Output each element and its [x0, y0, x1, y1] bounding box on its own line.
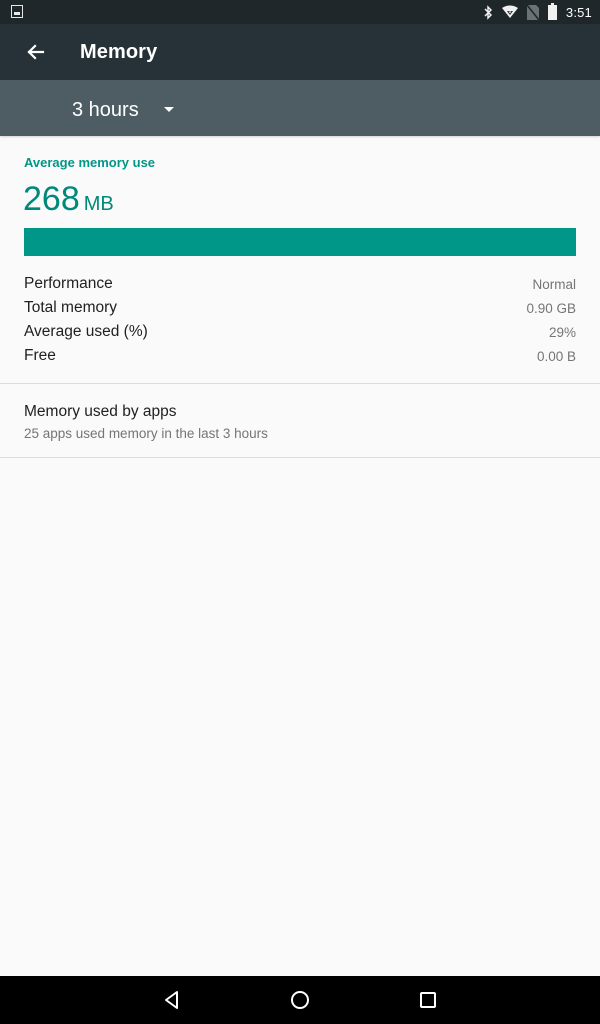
- image-notification-icon: [11, 5, 23, 18]
- recents-square-icon[interactable]: [414, 986, 442, 1014]
- no-sim-signal-icon: [526, 4, 539, 20]
- apps-item-subtitle: 25 apps used memory in the last 3 hours: [24, 426, 268, 441]
- average-memory-unit: MB: [83, 193, 114, 215]
- page-title: Memory: [80, 41, 158, 63]
- bluetooth-icon: [483, 4, 493, 20]
- period-selector-bar: 3 hours: [0, 80, 600, 136]
- stat-row-free: Free 0.00 B: [24, 344, 576, 368]
- divider: [0, 457, 600, 458]
- wifi-icon: [501, 5, 518, 19]
- stat-value: 29%: [548, 324, 576, 340]
- apps-item-title: Memory used by apps: [24, 403, 177, 420]
- stat-label: Total memory: [24, 299, 118, 316]
- battery-icon: [547, 3, 557, 20]
- stat-row-performance: Performance Normal: [24, 272, 576, 296]
- average-memory-label: Average memory use: [24, 155, 156, 170]
- status-bar: 3:51: [0, 0, 600, 24]
- period-dropdown[interactable]: 3 hours: [72, 96, 174, 124]
- stat-value: Normal: [532, 276, 576, 292]
- memory-usage-bar: [24, 228, 576, 256]
- navigation-bar: [0, 976, 600, 1024]
- stat-row-average-used: Average used (%) 29%: [24, 320, 576, 344]
- stat-label: Average used (%): [24, 323, 148, 340]
- stat-row-total-memory: Total memory 0.90 GB: [24, 296, 576, 320]
- stat-value: 0.90 GB: [526, 300, 576, 316]
- stat-value: 0.00 B: [536, 348, 576, 364]
- period-selected-value: 3 hours: [72, 98, 139, 121]
- average-memory-number: 268: [23, 180, 80, 218]
- dropdown-caret-icon: [163, 106, 174, 112]
- average-memory-value: 268 MB: [23, 180, 114, 219]
- clock: 3:51: [565, 4, 592, 20]
- memory-usage-bar-fill: [24, 228, 576, 256]
- app-toolbar: Memory: [0, 24, 600, 80]
- stat-label: Performance: [24, 275, 113, 292]
- back-triangle-icon[interactable]: [158, 986, 186, 1014]
- arrow-left-icon[interactable]: [22, 38, 50, 66]
- stat-label: Free: [24, 347, 56, 364]
- status-icons: 3:51: [483, 0, 592, 24]
- memory-used-by-apps-item[interactable]: Memory used by apps 25 apps used memory …: [0, 384, 600, 457]
- home-circle-icon[interactable]: [286, 986, 314, 1014]
